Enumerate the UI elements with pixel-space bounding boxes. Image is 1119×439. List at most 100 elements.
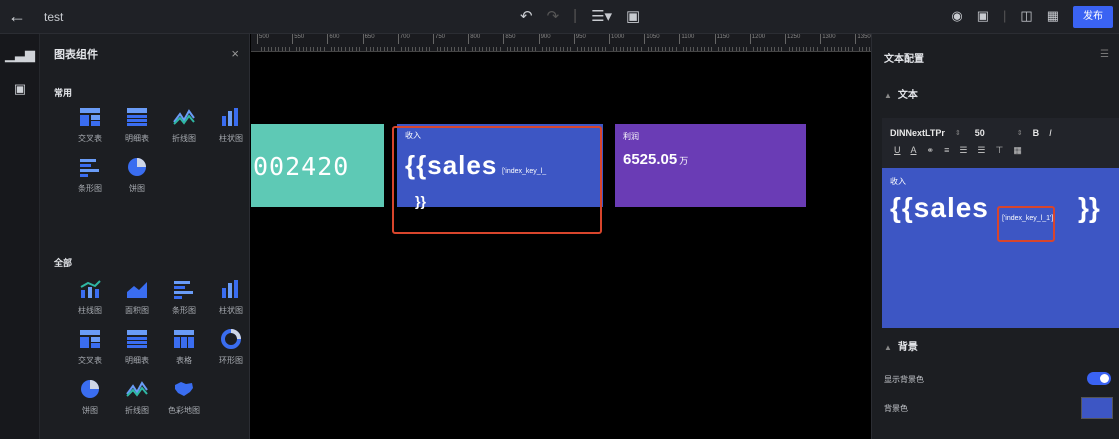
link-icon[interactable]: ⚭ [927, 145, 935, 156]
component-item[interactable]: 表格 [164, 328, 204, 366]
lock-icon[interactable]: ▣ [626, 7, 640, 25]
bg-color-swatch[interactable] [1081, 397, 1113, 419]
insert-field-icon[interactable]: ▦ [1013, 145, 1022, 156]
ruler-minor-tick [341, 47, 343, 51]
editor-content[interactable]: 收入 {{sales ['index_key_l_1'] }} [882, 168, 1119, 328]
ruler-tick: 1250 [785, 34, 800, 44]
ruler-minor-tick [299, 47, 301, 51]
unordered-list-icon[interactable]: ☰ [977, 145, 985, 156]
ordered-list-icon[interactable]: ☰ [959, 145, 967, 156]
close-icon[interactable]: × [231, 46, 239, 61]
component-item[interactable]: 柱状图 [211, 106, 249, 144]
ruler-minor-tick [756, 47, 758, 51]
ruler-minor-tick [506, 47, 508, 51]
component-item[interactable]: 条形图 [70, 156, 110, 194]
underline-icon[interactable]: U [894, 145, 901, 156]
save-icon[interactable]: ▦ [1047, 8, 1059, 24]
chart-components-icon[interactable]: ▁▃▆ [0, 38, 40, 72]
ruler-minor-tick [524, 47, 526, 51]
component-item[interactable]: 柱线图 [70, 278, 110, 316]
redo-icon[interactable]: ↷ [547, 7, 560, 25]
vertical-align-icon[interactable]: ⊤ [995, 145, 1003, 156]
component-item[interactable]: 折线图 [117, 378, 157, 416]
ruler-minor-tick [313, 47, 315, 51]
ruler-minor-tick [366, 47, 368, 51]
ruler-minor-tick [383, 47, 385, 51]
component-item[interactable]: 饼图 [70, 378, 110, 416]
ruler-minor-tick [721, 47, 723, 51]
ruler-minor-tick [594, 47, 596, 51]
component-item[interactable]: 交叉表 [70, 106, 110, 144]
text-section-label: 文本 [897, 90, 918, 101]
background-section-header[interactable]: ▲ 背景 [884, 338, 918, 353]
export-icon[interactable]: ◫ [1020, 8, 1032, 24]
bar-chart-icon [78, 156, 102, 178]
component-item[interactable]: 明细表 [117, 106, 157, 144]
screen-icon[interactable]: ▣ [977, 8, 989, 24]
component-item[interactable]: 色彩地图 [164, 378, 204, 416]
ruler-tick: 850 [503, 34, 515, 44]
config-title: 文本配置 [884, 54, 924, 65]
ruler-minor-tick [665, 47, 667, 51]
kpi-card-profit[interactable]: 利润 6525.05 万 [615, 124, 806, 207]
text-color-icon[interactable]: A [911, 145, 917, 156]
highlight-box [997, 206, 1055, 242]
chevron-updown-icon[interactable]: ⇕ [1017, 129, 1023, 137]
component-item[interactable]: 折线图 [164, 106, 204, 144]
ruler-minor-tick [443, 47, 445, 51]
italic-button[interactable]: I [1049, 128, 1052, 138]
ruler-minor-tick [834, 47, 836, 51]
preview-label: 收入 [890, 177, 906, 186]
ruler-minor-tick [707, 47, 709, 51]
donut-chart-icon [219, 328, 243, 350]
component-item[interactable]: 交叉表 [70, 328, 110, 366]
publish-button[interactable]: 发布 [1073, 6, 1113, 28]
component-item[interactable]: 条形图 [164, 278, 204, 316]
ruler-minor-tick [288, 47, 290, 51]
ruler-minor-tick [830, 47, 832, 51]
ruler-minor-tick [770, 47, 772, 51]
preview-template-text: {{sales [890, 192, 989, 223]
align-icon[interactable]: ☰▾ [591, 7, 612, 25]
collapse-panel-icon[interactable]: ☰ [1100, 49, 1109, 60]
font-family-select[interactable]: DINNextLTPr [890, 128, 945, 138]
layout-icon[interactable]: ▣ [0, 72, 40, 106]
font-size-input[interactable]: 50 [975, 128, 985, 138]
undo-icon[interactable]: ↶ [520, 7, 533, 25]
ruler-minor-tick [422, 47, 424, 51]
component-item[interactable]: 环形图 [211, 328, 249, 366]
ruler-minor-tick [844, 47, 846, 51]
component-item[interactable]: 明细表 [117, 328, 157, 366]
ruler-minor-tick [675, 47, 677, 51]
ruler-minor-tick [668, 47, 670, 51]
bold-button[interactable]: B [1033, 128, 1040, 138]
ruler-minor-tick [510, 47, 512, 51]
ruler-minor-tick [809, 47, 811, 51]
text-section-header[interactable]: ▲ 文本 [884, 86, 918, 101]
chevron-updown-icon[interactable]: ⇕ [955, 129, 961, 137]
ruler-minor-tick [278, 47, 280, 51]
ruler-minor-tick [436, 47, 438, 51]
align-left-icon[interactable]: ≡ [944, 145, 949, 156]
ruler-minor-tick [661, 47, 663, 51]
component-item[interactable]: 柱状图 [211, 278, 249, 316]
ruler-minor-tick [302, 47, 304, 51]
ruler-minor-tick [605, 47, 607, 51]
preview-icon[interactable]: ◉ [951, 8, 962, 24]
ruler-minor-tick [334, 47, 336, 51]
ruler-minor-tick [693, 47, 695, 51]
ruler-minor-tick [348, 47, 350, 51]
component-item[interactable]: 饼图 [117, 156, 157, 194]
component-item[interactable]: 面积图 [117, 278, 157, 316]
ruler-minor-tick [464, 47, 466, 51]
design-canvas[interactable]: 002420 收入 {{sales ['index_key_l_ }} 利润 6… [251, 52, 871, 439]
kpi-card-teal[interactable]: 002420 [251, 124, 384, 207]
arrow-left-icon[interactable]: ← [8, 6, 26, 27]
ruler-minor-tick [802, 47, 804, 51]
ruler-minor-tick [728, 47, 730, 51]
ruler-minor-tick [806, 47, 808, 51]
show-bg-toggle[interactable] [1087, 372, 1111, 385]
detail-table-icon [125, 106, 149, 128]
ruler-minor-tick [851, 47, 853, 51]
common-section-label: 常用 [54, 88, 73, 98]
